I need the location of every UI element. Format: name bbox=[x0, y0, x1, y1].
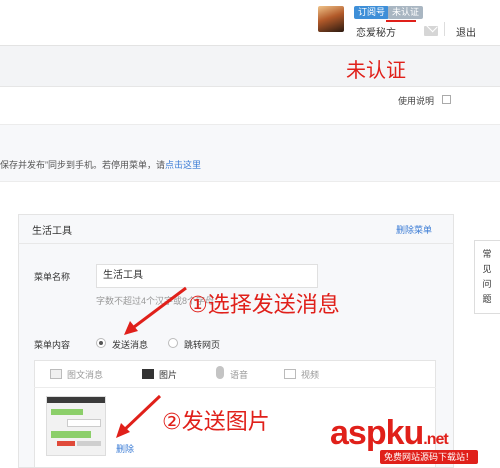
menu-editor-header bbox=[18, 214, 454, 244]
logout-link[interactable]: 退出 bbox=[456, 24, 476, 39]
news-icon[interactable] bbox=[50, 369, 62, 379]
account-avatar[interactable] bbox=[318, 6, 344, 32]
annotation-arrow-1 bbox=[124, 286, 187, 335]
menu-content-label: 菜单内容 bbox=[34, 340, 71, 350]
header-divider bbox=[444, 22, 445, 36]
menu-name-label: 菜单名称 bbox=[34, 272, 71, 282]
faq-side-tab[interactable]: 常见问题 bbox=[474, 240, 500, 314]
notice-message: 保存并发布”同步到手机。若停用菜单，请 bbox=[0, 160, 165, 170]
tab-news[interactable]: 图文消息 bbox=[67, 368, 103, 381]
annotation-unverified: 未认证 bbox=[346, 60, 406, 82]
mail-icon[interactable] bbox=[424, 26, 438, 36]
top-header bbox=[0, 0, 500, 46]
unverified-badge: 未认证 bbox=[388, 6, 424, 19]
unverified-underline-mark bbox=[386, 20, 416, 22]
tab-voice[interactable]: 语音 bbox=[230, 368, 248, 381]
delete-menu-link[interactable]: 删除菜单 bbox=[396, 223, 432, 236]
watermark-logo: aspku.net bbox=[330, 414, 449, 452]
tab-image[interactable]: 图片 bbox=[159, 368, 177, 381]
help-link[interactable]: 使用说明 bbox=[398, 94, 434, 107]
image-icon[interactable] bbox=[142, 369, 154, 379]
selected-image-thumbnail[interactable] bbox=[46, 396, 106, 456]
microphone-icon[interactable] bbox=[216, 366, 224, 379]
account-name[interactable]: 恋爱秘方 bbox=[356, 24, 396, 39]
watermark-tagline: 免费网站源码下载站！ bbox=[380, 450, 479, 464]
delete-image-link[interactable]: 删除 bbox=[116, 442, 134, 455]
faq-label: 常见问题 bbox=[482, 249, 492, 304]
video-icon[interactable] bbox=[284, 369, 296, 379]
annotation-step2: ②发送图片 bbox=[162, 409, 270, 434]
tab-video[interactable]: 视频 bbox=[301, 368, 319, 381]
annotation-step1: ①选择发送消息 bbox=[188, 292, 340, 317]
annotation-arrow-2 bbox=[116, 394, 162, 438]
menu-editor-title: 生活工具 bbox=[32, 226, 72, 237]
subscription-badge: 订阅号 bbox=[354, 6, 390, 19]
notice-bar bbox=[0, 124, 500, 182]
send-message-radio[interactable] bbox=[96, 338, 106, 348]
disable-menu-link[interactable]: 点击这里 bbox=[165, 160, 201, 170]
help-doc-icon[interactable] bbox=[442, 95, 451, 104]
notice-text: 保存并发布”同步到手机。若停用菜单，请点击这里 bbox=[0, 158, 201, 171]
